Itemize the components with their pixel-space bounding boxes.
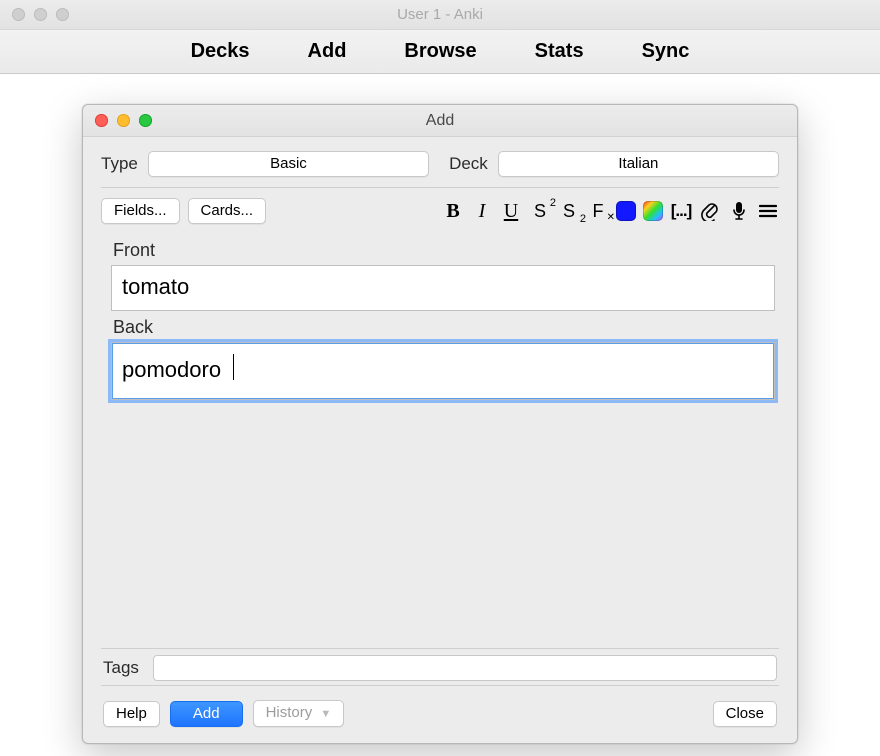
- italic-icon[interactable]: I: [471, 200, 493, 222]
- back-field-wrap: [111, 342, 775, 400]
- fields-button[interactable]: Fields...: [101, 198, 180, 224]
- nav-add[interactable]: Add: [306, 36, 349, 67]
- deck-select[interactable]: Italian: [498, 151, 779, 177]
- app-traffic-lights: [12, 8, 69, 21]
- text-caret-icon: [233, 354, 234, 380]
- dialog-minimize-icon[interactable]: [117, 114, 130, 127]
- chevron-down-icon: ▼: [320, 708, 331, 720]
- spacer: [101, 400, 779, 648]
- text-color-icon[interactable]: [616, 201, 636, 221]
- subscript-icon[interactable]: S: [558, 200, 580, 222]
- color-picker-icon[interactable]: [643, 201, 663, 221]
- history-button[interactable]: History ▼: [253, 700, 345, 727]
- tags-label: Tags: [103, 658, 139, 678]
- tags-field[interactable]: [153, 655, 777, 681]
- attach-icon[interactable]: [699, 200, 721, 222]
- type-select[interactable]: Basic: [148, 151, 429, 177]
- nav-stats[interactable]: Stats: [533, 36, 586, 67]
- history-button-label: History: [266, 704, 313, 721]
- bold-icon[interactable]: B: [442, 200, 464, 222]
- app-toolbar: Decks Add Browse Stats Sync: [0, 30, 880, 74]
- field-card-buttons: Fields... Cards...: [101, 198, 266, 224]
- back-label: Back: [113, 317, 775, 338]
- close-button[interactable]: Close: [713, 701, 777, 727]
- dialog-traffic-lights: [95, 114, 152, 127]
- dialog-close-icon[interactable]: [95, 114, 108, 127]
- app-titlebar: User 1 - Anki: [0, 0, 880, 30]
- tools-row: Fields... Cards... B I U S S F [...]: [101, 188, 779, 230]
- clear-format-icon[interactable]: F: [587, 200, 609, 222]
- app-title: User 1 - Anki: [0, 6, 880, 23]
- dialog-titlebar: Add: [83, 105, 797, 137]
- help-button[interactable]: Help: [103, 701, 160, 727]
- dialog-body: Type Basic Deck Italian Fields... Cards.…: [83, 137, 797, 743]
- back-field[interactable]: [111, 342, 775, 400]
- maximize-icon[interactable]: [56, 8, 69, 21]
- minimize-icon[interactable]: [34, 8, 47, 21]
- fields-area: Front Back: [101, 230, 779, 400]
- nav-sync[interactable]: Sync: [640, 36, 692, 67]
- add-button[interactable]: Add: [170, 701, 243, 727]
- tags-row: Tags: [101, 648, 779, 685]
- nav-browse[interactable]: Browse: [402, 36, 478, 67]
- front-label: Front: [113, 240, 775, 261]
- front-field[interactable]: [111, 265, 775, 311]
- more-menu-icon[interactable]: [757, 200, 779, 222]
- app-main-area: Add Type Basic Deck Italian Fields... Ca…: [0, 74, 880, 756]
- type-label: Type: [101, 154, 138, 174]
- underline-icon[interactable]: U: [500, 200, 522, 222]
- microphone-icon[interactable]: [728, 200, 750, 222]
- cloze-icon[interactable]: [...]: [670, 200, 692, 222]
- type-deck-row: Type Basic Deck Italian: [101, 151, 779, 188]
- cards-button[interactable]: Cards...: [188, 198, 267, 224]
- close-icon[interactable]: [12, 8, 25, 21]
- superscript-icon[interactable]: S: [529, 200, 551, 222]
- add-dialog: Add Type Basic Deck Italian Fields... Ca…: [82, 104, 798, 744]
- bottom-buttons-row: Help Add History ▼ Close: [101, 685, 779, 729]
- deck-label: Deck: [449, 154, 488, 174]
- format-toolbar: B I U S S F [...]: [442, 200, 779, 222]
- nav-decks[interactable]: Decks: [189, 36, 252, 67]
- dialog-title: Add: [83, 112, 797, 130]
- dialog-maximize-icon[interactable]: [139, 114, 152, 127]
